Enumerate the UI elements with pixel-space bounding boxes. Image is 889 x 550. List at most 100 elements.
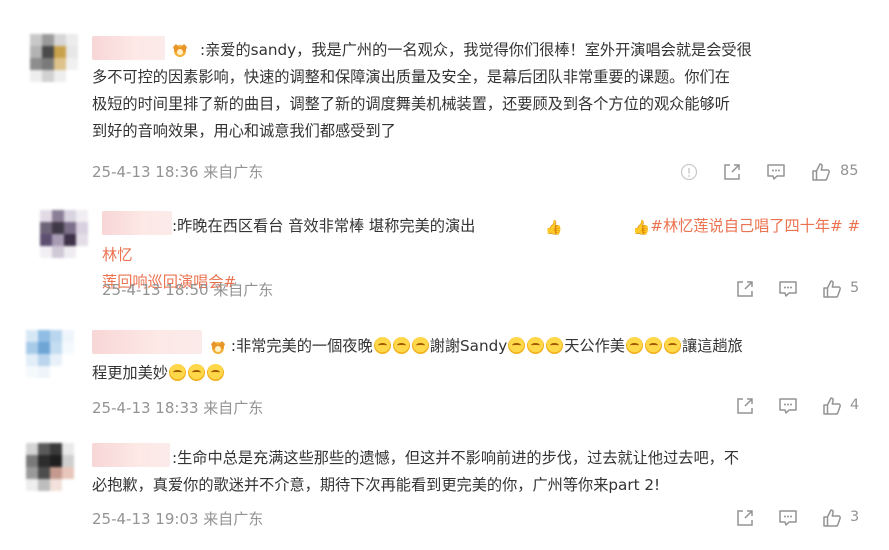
avatar-pixel (66, 70, 78, 82)
avatar-pixel (66, 46, 78, 58)
comment-icon[interactable] (765, 161, 787, 183)
avatar-pixel (40, 246, 52, 258)
avatar-pixel (62, 443, 74, 455)
comment-icon[interactable] (777, 395, 799, 417)
avatar-pixel (26, 354, 38, 366)
avatar-pixel (66, 58, 78, 70)
crying-emoji (187, 364, 205, 381)
avatar-pixel (50, 479, 62, 491)
like-count: 4 (850, 397, 860, 413)
avatar-pixel (38, 354, 50, 366)
avatar-pixel (42, 70, 54, 82)
avatar-pixel (30, 46, 42, 58)
avatar-pixel (76, 234, 88, 246)
avatar-pixel (30, 34, 42, 46)
avatar-pixel (50, 443, 62, 455)
like-icon[interactable] (821, 395, 843, 417)
crying-emoji (625, 337, 643, 354)
thumbs-up-emoji: 👍 (545, 220, 563, 236)
crying-emoji (206, 364, 224, 381)
avatar-pixel (26, 342, 38, 354)
like-icon[interactable] (821, 507, 843, 529)
avatar-pixel (54, 70, 66, 82)
crying-emoji (392, 337, 410, 354)
share-icon[interactable] (734, 395, 756, 417)
avatar-pixel (42, 34, 54, 46)
avatar-pixel (26, 455, 38, 467)
avatar-pixel (38, 479, 50, 491)
avatar-pixel (66, 34, 78, 46)
comment-text: :亲爱的sandy，我是广州的一名观众，我觉得你们很棒！室外开演唱会就是会受很 … (92, 41, 752, 140)
crying-emoji (527, 337, 545, 354)
avatar-pixel (62, 455, 74, 467)
avatar-pixel (76, 222, 88, 234)
avatar-pixel (26, 467, 38, 479)
avatar-pixel (26, 330, 38, 342)
comment-meta: 25-4-13 19:03 来自广东 (92, 510, 264, 528)
avatar-pixel (26, 479, 38, 491)
crying-emoji (508, 337, 526, 354)
avatar-pixel (54, 58, 66, 70)
avatar-pixel (42, 46, 54, 58)
avatar-pixel (38, 443, 50, 455)
like-icon[interactable] (821, 278, 843, 300)
crying-emoji (168, 364, 186, 381)
comment-text: :生命中总是充满这些那些的遗憾，但这并不影响前进的步伐，过去就让他过去吧，不 必… (92, 449, 740, 494)
share-icon[interactable] (734, 278, 756, 300)
avatar-pixel (62, 366, 74, 378)
avatar-pixel (52, 210, 64, 222)
comment-meta: 25-4-13 18:36 来自广东 (92, 163, 264, 181)
crying-emoji (373, 337, 391, 354)
avatar-pixel (38, 455, 50, 467)
avatar[interactable] (40, 210, 88, 258)
share-icon[interactable] (721, 161, 743, 183)
comment-text: :非常完美的一個夜晚 謝謝Sandy 天公作美 讓這趟旅 程更加美妙 (92, 337, 743, 382)
avatar-pixel (54, 34, 66, 46)
comment-icon[interactable] (777, 507, 799, 529)
avatar-pixel (50, 455, 62, 467)
avatar-pixel (50, 354, 62, 366)
avatar[interactable] (26, 443, 74, 491)
avatar-pixel (26, 366, 38, 378)
avatar-pixel (38, 330, 50, 342)
avatar-pixel (40, 234, 52, 246)
avatar-pixel (76, 246, 88, 258)
crying-emoji (546, 337, 564, 354)
like-icon[interactable] (810, 161, 832, 183)
avatar-pixel (52, 234, 64, 246)
avatar-pixel (50, 467, 62, 479)
avatar-pixel (52, 246, 64, 258)
crying-emoji (663, 337, 681, 354)
avatar[interactable] (30, 34, 78, 82)
avatar-pixel (62, 467, 74, 479)
like-count: 5 (850, 280, 860, 296)
avatar-pixel (30, 70, 42, 82)
avatar-pixel (50, 342, 62, 354)
thumbs-up-emoji: 👍 (632, 220, 651, 236)
avatar-pixel (64, 222, 76, 234)
avatar-pixel (38, 467, 50, 479)
avatar-pixel (38, 342, 50, 354)
avatar-pixel (64, 246, 76, 258)
avatar-pixel (54, 46, 66, 58)
like-count: 85 (840, 163, 859, 179)
avatar-pixel (50, 366, 62, 378)
avatar-pixel (52, 222, 64, 234)
avatar-pixel (38, 366, 50, 378)
avatar-pixel (30, 58, 42, 70)
avatar-pixel (40, 222, 52, 234)
comment-meta: 25-4-13 18:33 来自广东 (92, 399, 264, 417)
avatar[interactable] (26, 330, 74, 378)
avatar-pixel (50, 330, 62, 342)
hashtag-link[interactable]: #林忆莲说自己唱了四十年# (650, 217, 843, 235)
crying-emoji (411, 337, 429, 354)
avatar-pixel (62, 330, 74, 342)
share-icon[interactable] (734, 507, 756, 529)
comment-icon[interactable] (777, 278, 799, 300)
report-icon[interactable] (680, 163, 698, 181)
avatar-pixel (42, 58, 54, 70)
avatar-pixel (76, 210, 88, 222)
avatar-pixel (64, 234, 76, 246)
avatar-pixel (62, 479, 74, 491)
avatar-pixel (40, 210, 52, 222)
